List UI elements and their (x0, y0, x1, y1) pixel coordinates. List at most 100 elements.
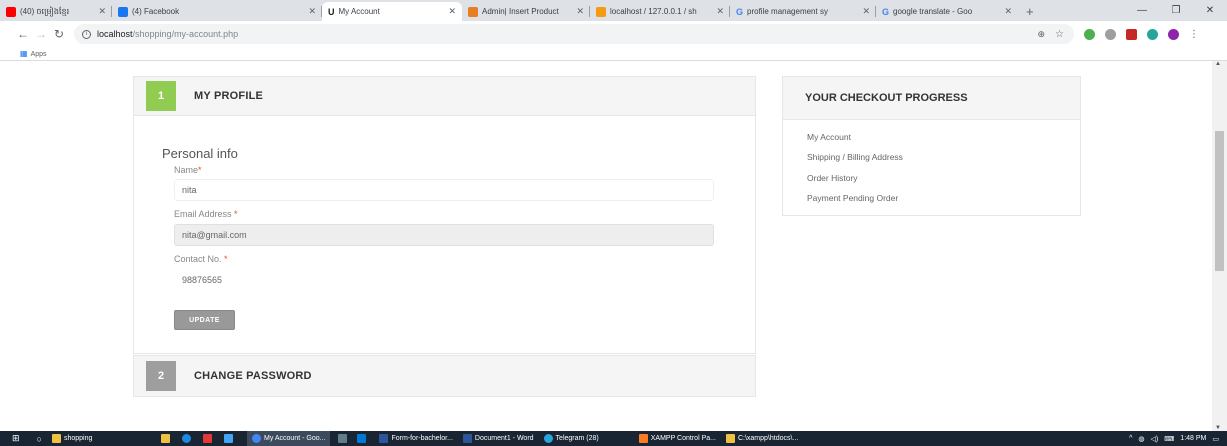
taskbar-item-label: Telegram (28) (555, 435, 599, 442)
taskbar-item-label: C:\xampp\htdocs\... (737, 435, 799, 442)
tab-phpmyadmin[interactable]: localhost / 127.0.0.1 / sh ✕ (590, 2, 730, 21)
windows-taskbar: ⊞ ○ shopping My Account - Goo... Form-fo… (0, 431, 1227, 446)
bookmarks-bar: ▦ Apps (0, 47, 1227, 61)
taskbar-item-chrome[interactable]: My Account - Goo... (246, 431, 331, 446)
checkout-link-payment-pending[interactable]: Payment Pending Order (807, 193, 898, 203)
checkout-link-shipping-billing[interactable]: Shipping / Billing Address (807, 152, 903, 162)
minimize-button[interactable]: — (1125, 0, 1159, 21)
personal-info-heading: Personal info (162, 146, 238, 161)
taskbar-item-word[interactable]: Form-for-bachelor... (374, 431, 457, 446)
email-label: Email Address * (174, 209, 238, 219)
apps-bookmark[interactable]: Apps (31, 51, 47, 58)
clock[interactable]: 1:48 PM (1180, 435, 1206, 442)
tab-my-account[interactable]: U My Account ✕ (322, 2, 462, 21)
page-content: 1 MY PROFILE Personal info Name* nita Em… (0, 61, 1212, 431)
info-icon[interactable]: i (82, 29, 91, 39)
close-icon[interactable]: ✕ (98, 6, 106, 17)
extensions: ⋮ (1084, 28, 1199, 40)
file-explorer-icon[interactable] (160, 434, 170, 443)
maximize-button[interactable]: ❐ (1159, 0, 1193, 21)
panel-title: CHANGE PASSWORD (194, 370, 312, 382)
google-icon: G (882, 6, 890, 17)
close-icon[interactable]: ✕ (716, 6, 724, 17)
close-icon[interactable]: ✕ (448, 6, 456, 17)
tab-facebook[interactable]: (4) Facebook ✕ (112, 2, 322, 21)
new-tab-button[interactable]: + (1018, 2, 1042, 21)
close-icon[interactable]: ✕ (1004, 6, 1012, 17)
notifications-icon[interactable]: ▭ (1212, 435, 1219, 443)
scrollbar-thumb[interactable] (1215, 131, 1224, 271)
url-host: localhost (97, 29, 133, 39)
search-icon[interactable]: ○ (32, 431, 47, 446)
taskbar-item-word-document[interactable]: Document1 - Word (458, 431, 539, 446)
store-icon[interactable] (202, 434, 212, 443)
google-icon: G (736, 6, 744, 17)
zoom-icon[interactable]: ⊕ (1037, 29, 1045, 40)
contact-field[interactable]: 98876565 (174, 269, 714, 291)
tab-admin-insert-product[interactable]: Admin| Insert Product ✕ (462, 2, 590, 21)
forward-arrow-icon[interactable]: → (32, 27, 50, 41)
tab-title: My Account (338, 7, 380, 16)
page-scrollbar[interactable]: ▲ ▼ (1212, 61, 1227, 431)
phpmyadmin-icon (596, 6, 606, 17)
taskbar-item-telegram[interactable]: Telegram (28) (539, 431, 604, 446)
close-icon[interactable]: ✕ (862, 6, 870, 17)
facebook-icon (118, 6, 128, 17)
url-path: /shopping/my-account.php (132, 29, 239, 39)
pinned-apps (147, 431, 247, 446)
folder-icon (51, 434, 61, 443)
tab-google-translate[interactable]: G google translate - Goo ✕ (876, 2, 1018, 21)
profile-avatar[interactable] (1168, 28, 1179, 40)
mail-icon[interactable] (223, 434, 233, 443)
name-field[interactable]: nita (174, 179, 714, 201)
browser-tab-bar: (40) ចម្រៀងខ្មែរ ✕ (4) Facebook ✕ U My A… (0, 0, 1227, 21)
required-mark: * (198, 165, 202, 175)
panel-title: MY PROFILE (194, 90, 264, 102)
apps-grid-icon[interactable]: ▦ (20, 49, 28, 58)
update-button[interactable]: UPDATE (174, 310, 235, 330)
edge-icon[interactable] (181, 434, 191, 443)
windows-start-button[interactable]: ⊞ (0, 431, 32, 446)
scroll-up-arrow-icon[interactable]: ▲ (1215, 61, 1221, 67)
checkout-link-order-history[interactable]: Order History (807, 173, 858, 183)
extension-icon[interactable] (1105, 28, 1116, 40)
url-input[interactable]: i localhost/shopping/my-account.php ⊕ ☆ (74, 24, 1074, 44)
email-field[interactable]: nita@gmail.com (174, 224, 714, 246)
change-password-panel[interactable]: 2 CHANGE PASSWORD (133, 355, 756, 397)
step-number-badge: 1 (146, 81, 176, 111)
tab-profile-management[interactable]: G profile management sy ✕ (730, 2, 876, 21)
contact-label: Contact No. * (174, 254, 228, 264)
close-icon[interactable]: ✕ (576, 6, 584, 17)
back-arrow-icon[interactable]: ← (14, 27, 32, 41)
my-profile-header[interactable]: 1 MY PROFILE (134, 77, 755, 116)
tab-title: profile management sy (747, 7, 828, 16)
star-icon[interactable]: ☆ (1055, 29, 1064, 40)
network-icon[interactable]: ◍ (1138, 435, 1144, 443)
pdf-extension-icon[interactable] (1126, 28, 1137, 40)
tab-youtube[interactable]: (40) ចម្រៀងខ្មែរ ✕ (0, 2, 112, 21)
close-icon[interactable]: ✕ (308, 6, 316, 17)
keyboard-icon[interactable]: ⌨ (1164, 435, 1174, 443)
menu-icon[interactable]: ⋮ (1189, 29, 1199, 40)
chevron-up-icon[interactable]: ^ (1129, 435, 1132, 442)
checkout-progress-title: YOUR CHECKOUT PROGRESS (783, 77, 1080, 120)
taskbar-item-xampp[interactable]: XAMPP Control Pa... (634, 431, 721, 446)
telegram-icon (543, 434, 553, 443)
vscode-icon[interactable] (357, 434, 367, 443)
close-window-button[interactable]: ✕ (1193, 0, 1227, 21)
taskbar-item-label: Form-for-bachelor... (391, 435, 453, 442)
tab-title: Admin| Insert Product (482, 7, 559, 16)
chrome-icon (251, 434, 261, 443)
extension-icon[interactable] (1147, 28, 1158, 40)
taskbar-item-label: Document1 - Word (474, 435, 534, 442)
taskbar-item-explorer[interactable]: C:\xampp\htdocs\... (721, 431, 803, 446)
address-bar-row: ← → ↻ i localhost/shopping/my-account.ph… (0, 21, 1227, 47)
checkout-link-my-account[interactable]: My Account (807, 132, 851, 142)
camera-icon[interactable] (338, 434, 348, 443)
tab-title: (40) ចម្រៀងខ្មែរ (20, 6, 70, 16)
reload-icon[interactable]: ↻ (50, 27, 68, 41)
extension-icon[interactable] (1084, 28, 1095, 40)
taskbar-search[interactable]: shopping (47, 431, 147, 446)
volume-icon[interactable]: ◁) (1150, 435, 1158, 443)
system-tray: ^ ◍ ◁) ⌨ 1:48 PM ▭ (1129, 435, 1227, 443)
